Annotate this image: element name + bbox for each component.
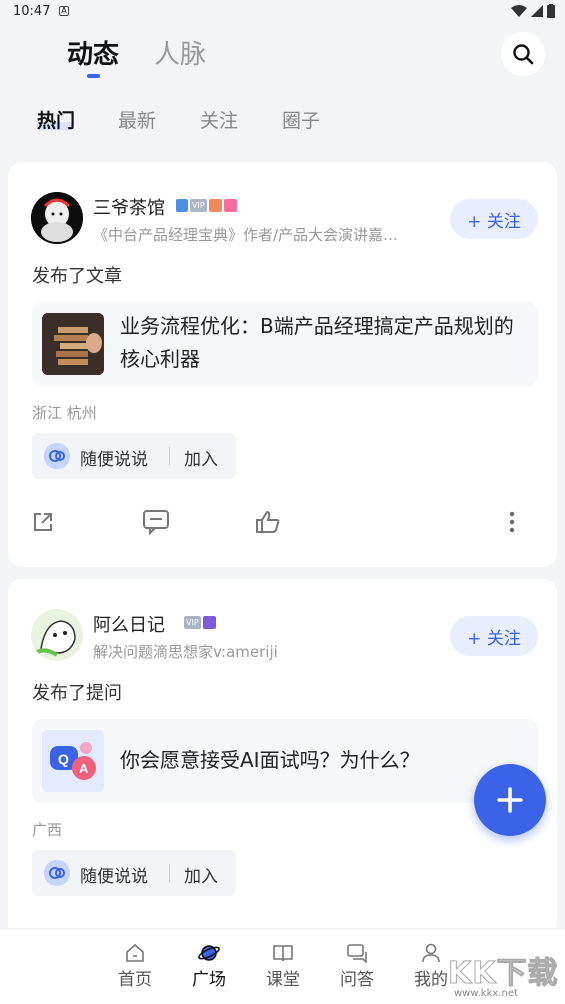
post-card[interactable]: 阿么日记 VIP 解决问题滴思想家v:ameriji + 关注 发布了提问 Q … bbox=[8, 579, 557, 939]
post-location: 广西 bbox=[32, 821, 63, 839]
circle-chip[interactable]: 随便说说 加入 bbox=[32, 433, 236, 479]
author-name[interactable]: 三爷茶馆 bbox=[93, 194, 165, 220]
create-post-button[interactable] bbox=[474, 764, 546, 836]
home-icon bbox=[126, 943, 144, 962]
join-circle-button[interactable]: 加入 bbox=[184, 862, 218, 887]
tab-network[interactable]: 人脉 bbox=[154, 34, 206, 71]
divider bbox=[169, 864, 170, 882]
article-title[interactable]: 业务流程优化：B端产品经理搞定产品规划的核心利器 bbox=[120, 310, 530, 376]
nav-home[interactable]: 首页 bbox=[110, 943, 160, 990]
watermark-url: www.kkx.net bbox=[454, 988, 518, 999]
article-thumbnail bbox=[42, 313, 104, 375]
author-name[interactable]: 阿么日记 bbox=[93, 611, 165, 637]
user-badges: VIP bbox=[176, 199, 237, 212]
status-bar: 10:47 A bbox=[0, 0, 565, 24]
comment-icon bbox=[143, 510, 169, 535]
avatar-image bbox=[31, 192, 83, 244]
comment-button[interactable] bbox=[141, 507, 171, 537]
share-button[interactable] bbox=[28, 507, 58, 537]
battery-icon bbox=[547, 4, 555, 18]
signal-icon bbox=[531, 5, 543, 17]
like-button[interactable] bbox=[253, 507, 283, 537]
chat-icon bbox=[44, 443, 70, 469]
subtab-following[interactable]: 关注 bbox=[200, 106, 238, 133]
active-tab-indicator bbox=[87, 74, 100, 78]
nav-label: 课堂 bbox=[266, 970, 300, 990]
more-button[interactable] bbox=[497, 507, 527, 537]
divider bbox=[169, 447, 170, 465]
vip-badge: VIP bbox=[184, 616, 201, 629]
svg-text:A: A bbox=[79, 761, 89, 776]
medal-icon bbox=[223, 199, 237, 212]
watermark: KK下载 www.kkx.net bbox=[446, 944, 564, 1002]
status-time: 10:47 bbox=[13, 4, 51, 19]
circle-chip[interactable]: 随便说说 加入 bbox=[32, 850, 236, 896]
search-button[interactable] bbox=[501, 32, 545, 76]
nav-classroom[interactable]: 课堂 bbox=[258, 943, 308, 990]
more-vertical-icon bbox=[509, 511, 515, 533]
join-circle-button[interactable]: 加入 bbox=[184, 445, 218, 470]
planet-icon bbox=[198, 945, 220, 961]
question-title[interactable]: 你会愿意接受AI面试吗？为什么？ bbox=[120, 744, 530, 777]
watermark-brand: KK下载 bbox=[448, 956, 559, 992]
subtab-latest[interactable]: 最新 bbox=[118, 106, 156, 133]
level-badge bbox=[176, 199, 188, 212]
post-location: 浙江 杭州 bbox=[32, 404, 97, 422]
header: 动态 人脉 热门 最新 关注 圈子 bbox=[0, 24, 565, 154]
avatar[interactable] bbox=[31, 609, 83, 661]
chat-icon bbox=[44, 860, 70, 886]
author-description: 《中台产品经理宝典》作者/产品大会演讲嘉… bbox=[93, 226, 399, 244]
thumbs-up-icon bbox=[256, 510, 280, 533]
medal-icon bbox=[202, 616, 216, 629]
nav-label: 问答 bbox=[340, 970, 374, 990]
question-thumbnail: Q A bbox=[42, 730, 104, 792]
search-icon bbox=[513, 44, 534, 65]
post-card[interactable]: 三爷茶馆 VIP 《中台产品经理宝典》作者/产品大会演讲嘉… + 关注 发布了文… bbox=[8, 162, 557, 567]
wifi-icon bbox=[511, 5, 527, 17]
question-preview[interactable]: Q A 你会愿意接受AI面试吗？为什么？ bbox=[32, 719, 538, 803]
subtab-circles[interactable]: 圈子 bbox=[282, 106, 320, 133]
tab-dynamics[interactable]: 动态 bbox=[67, 34, 119, 71]
book-icon bbox=[273, 945, 293, 962]
post-action: 发布了文章 bbox=[32, 266, 122, 287]
user-badges: VIP bbox=[184, 616, 216, 629]
avatar-image bbox=[31, 609, 83, 661]
circle-name: 随便说说 bbox=[80, 450, 148, 470]
system-icons bbox=[511, 4, 555, 18]
vip-badge: VIP bbox=[190, 199, 207, 212]
chat-bubble-icon bbox=[347, 944, 367, 963]
subtab-hot[interactable]: 热门 bbox=[37, 106, 75, 133]
post-action: 发布了提问 bbox=[32, 683, 122, 704]
article-preview[interactable]: 业务流程优化：B端产品经理搞定产品规划的核心利器 bbox=[32, 302, 538, 386]
notification-icon: A bbox=[59, 6, 69, 16]
follow-button[interactable]: + 关注 bbox=[450, 199, 538, 239]
user-icon bbox=[422, 943, 440, 963]
nav-qa[interactable]: 问答 bbox=[332, 943, 382, 990]
plus-icon bbox=[497, 787, 523, 813]
medal-icon bbox=[208, 199, 222, 212]
circle-name: 随便说说 bbox=[80, 867, 148, 887]
follow-button[interactable]: + 关注 bbox=[450, 616, 538, 656]
share-icon bbox=[34, 513, 52, 531]
author-description: 解决问题滴思想家v:ameriji bbox=[93, 643, 278, 661]
avatar[interactable] bbox=[31, 192, 83, 244]
nav-label: 首页 bbox=[118, 970, 152, 990]
nav-label: 广场 bbox=[192, 970, 226, 990]
nav-square[interactable]: 广场 bbox=[184, 943, 234, 990]
svg-text:Q: Q bbox=[58, 751, 69, 767]
